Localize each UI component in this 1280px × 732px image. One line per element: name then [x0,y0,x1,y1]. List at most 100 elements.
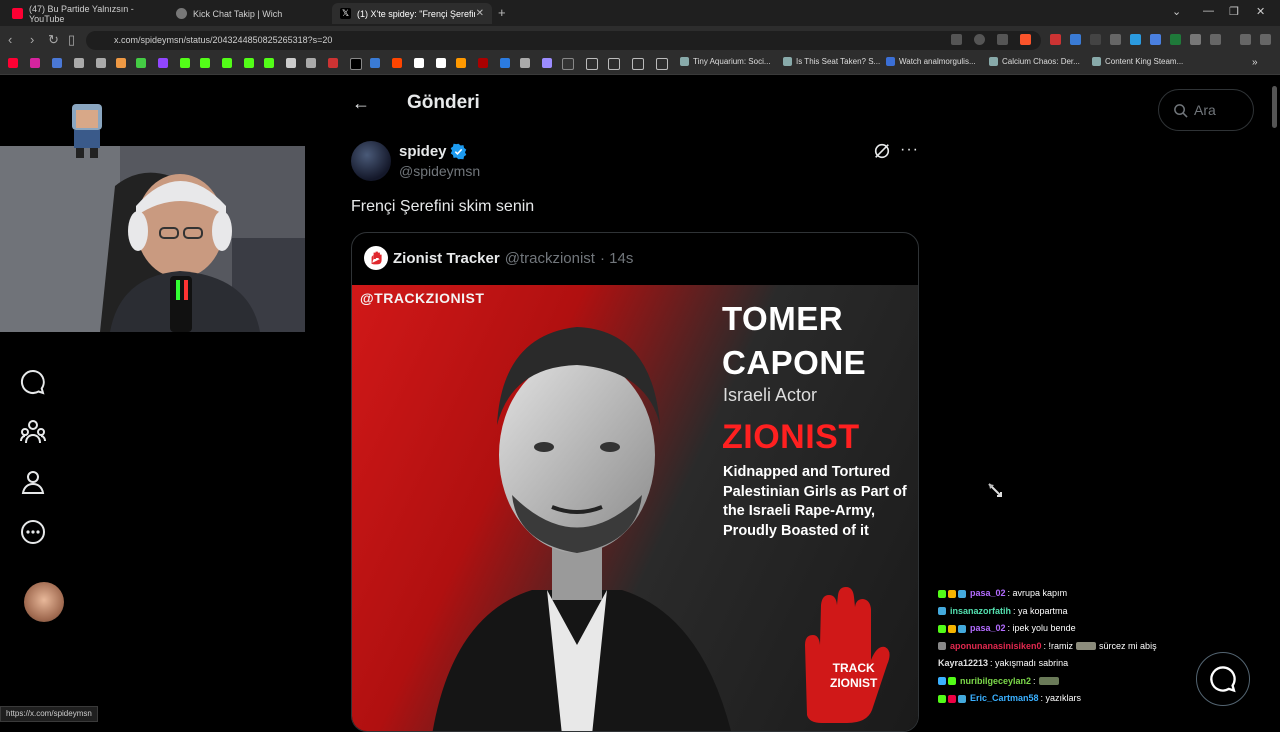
bookmark-icon[interactable] [370,58,380,68]
search-input[interactable]: Ara [1158,89,1254,131]
bookmark-icon[interactable] [562,58,574,70]
more-bookmarks-icon[interactable]: » [1252,57,1258,68]
messages-icon[interactable] [20,369,46,395]
badge-icon [948,677,956,686]
quoted-tweet[interactable]: Zionist Tracker @trackzionist · 14s @TRA… [351,232,919,732]
zionist-tracker-logo-icon [364,246,388,270]
bookmark-icon[interactable] [264,58,274,68]
tab-x-post[interactable]: 𝕏 (1) X'te spidey: "Frençi Şerefini s ✕ [332,3,492,24]
bookmark-icon[interactable] [414,58,424,68]
extension-icon[interactable] [1070,34,1081,45]
extension-icon[interactable] [1050,34,1061,45]
bookmark-link[interactable]: Tiny Aquarium: Soci... [680,57,771,66]
profile-icon[interactable] [20,469,46,495]
quoted-tweet-header: Zionist Tracker @trackzionist · 14s [364,246,633,270]
folder-icon[interactable] [608,58,620,70]
forward-icon[interactable]: › [30,32,34,47]
chat-username: nuribilgeceylan2 [960,675,1032,686]
bookmark-link[interactable]: Is This Seat Taken? S... [783,57,880,66]
bookmark-icon[interactable] [500,58,510,68]
account-avatar[interactable] [24,582,64,622]
image-name-line1: TOMER [722,300,844,337]
badge-icon [948,624,956,633]
author-name[interactable]: spidey [399,143,467,160]
bookmark-icon[interactable] [542,58,552,68]
close-tab-icon[interactable]: ✕ [476,8,484,19]
maximize-icon[interactable]: ❐ [1229,5,1239,18]
chat-text: : yazıklars [1040,693,1082,703]
communities-icon[interactable] [20,419,46,445]
bookmark-icon[interactable] [286,58,296,68]
chat-message: aponunanasinisiken0 : !ramiz sürcez mi a… [938,638,1188,656]
url-bar[interactable]: x.com/spideymsn/status/20432448508252653… [86,31,1041,50]
bookmark-icon[interactable] [306,58,316,68]
back-button[interactable]: ← [352,93,370,114]
media-icon[interactable] [1240,34,1251,45]
bookmark-icon[interactable] [180,58,190,68]
bookmark-icon[interactable] [96,58,106,68]
bookmark-link[interactable]: Content King Steam... [1092,57,1183,66]
brave-shield-icon[interactable] [1020,34,1031,45]
zoom-icon[interactable] [974,34,985,45]
page-scrollbar[interactable] [1272,86,1277,128]
chat-text-after: sürcez mi abiş [1099,640,1157,651]
bookmark-icon[interactable] [8,58,18,68]
minimize-icon[interactable]: — [1203,5,1214,17]
extension-icon[interactable] [1130,34,1141,45]
grok-icon[interactable] [873,142,891,160]
bookmark-icon[interactable] [456,58,466,68]
quoted-image[interactable]: @TRACKZIONIST TOMER CAPONE Israeli Actor… [352,285,918,731]
bookmark-icon[interactable] [328,58,338,68]
extension-icon[interactable] [1110,34,1121,45]
bookmark-icon[interactable] [74,58,84,68]
author-handle[interactable]: @spideymsn [399,163,480,179]
track-zionist-stamp: TRACK ZIONIST [830,661,878,690]
menu-icon[interactable] [1260,34,1271,45]
tab-search-icon[interactable]: ⌄ [1172,5,1181,18]
bookmark-icon[interactable] [222,58,232,68]
messages-drawer-button[interactable] [1196,652,1250,706]
bookmark-link[interactable]: Calcium Chaos: Der... [989,57,1080,66]
bookmark-icon[interactable] [136,58,146,68]
author-avatar[interactable] [351,141,391,181]
back-icon[interactable]: ‹ [8,32,12,47]
bookmark-icon[interactable] [244,58,254,68]
more-options-icon[interactable] [20,519,46,545]
chat-text: : yakışmadı sabrina [990,658,1069,668]
bookmark-icon[interactable] [52,58,62,68]
extension-icon[interactable] [1170,34,1181,45]
bookmark-icon[interactable] [436,58,446,68]
tab-kick-chat[interactable]: Kick Chat Takip | Wich [168,3,328,24]
cast-icon[interactable] [951,34,962,45]
globe-icon [176,8,187,19]
bookmark-link[interactable]: Watch analmorgulis... [886,57,976,66]
tab-youtube[interactable]: (47) Bu Partide Yalnızsın - YouTube [4,3,164,24]
bookmark-icon[interactable]: ▯ [68,32,75,48]
folder-icon[interactable] [656,58,668,70]
bookmark-icon[interactable] [30,58,40,68]
share-icon[interactable] [997,34,1008,45]
folder-icon[interactable] [632,58,644,70]
sidebar-icon[interactable] [1210,34,1221,45]
page-title: Gönderi [407,92,480,113]
extension-icon[interactable] [1150,34,1161,45]
tab-bar: (47) Bu Partide Yalnızsın - YouTube Kick… [0,0,1280,26]
reload-icon[interactable]: ↻ [48,32,59,48]
folder-icon[interactable] [586,58,598,70]
new-tab-button[interactable]: + [498,5,506,20]
close-window-icon[interactable]: ✕ [1256,5,1265,18]
chat-text: : ipek yolu bende [1007,623,1076,633]
chat-text: : [1033,675,1036,686]
bookmark-icon[interactable] [392,58,402,68]
bookmark-icon[interactable] [350,58,362,70]
bookmark-icon[interactable] [200,58,210,68]
extension-icon[interactable] [1090,34,1101,45]
extensions-puzzle-icon[interactable] [1190,34,1201,45]
bookmark-icon[interactable] [478,58,488,68]
tab-title: Kick Chat Takip | Wich [193,8,283,19]
bookmark-icon[interactable] [158,58,168,68]
more-options-icon[interactable]: ··· [900,141,919,159]
steam-icon [1092,57,1101,66]
bookmark-icon[interactable] [520,58,530,68]
bookmark-icon[interactable] [116,58,126,68]
